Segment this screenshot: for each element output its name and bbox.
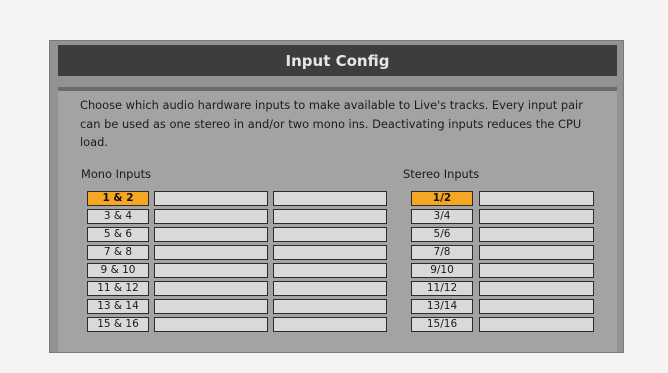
mono-pair-toggle[interactable]: 5 & 6 (87, 227, 149, 242)
stereo-pair-toggle[interactable]: 11/12 (411, 281, 473, 296)
mono-input-toggle[interactable] (273, 281, 387, 296)
stereo-pair-toggle[interactable]: 1/2 (411, 191, 473, 206)
dialog-description: Choose which audio hardware inputs to ma… (80, 98, 583, 149)
stereo-pair-toggle[interactable]: 5/6 (411, 227, 473, 242)
stereo-pair-toggle[interactable]: 3/4 (411, 209, 473, 224)
mono-input-toggle[interactable] (154, 317, 268, 332)
input-config-dialog: Input Config Choose which audio hardware… (49, 40, 624, 353)
dialog-title: Input Config (58, 45, 617, 76)
input-row: 5 & 6 5/6 (58, 227, 617, 243)
mono-pair-toggle[interactable]: 15 & 16 (87, 317, 149, 332)
mono-pair-toggle[interactable]: 3 & 4 (87, 209, 149, 224)
stereo-input-toggle[interactable] (479, 299, 594, 314)
input-row: 9 & 10 9/10 (58, 263, 617, 279)
mono-input-toggle[interactable] (154, 245, 268, 260)
mono-input-toggle[interactable] (273, 209, 387, 224)
mono-input-toggle[interactable] (154, 209, 268, 224)
mono-pair-toggle[interactable]: 1 & 2 (87, 191, 149, 206)
stereo-input-toggle[interactable] (479, 227, 594, 242)
mono-input-toggle[interactable] (273, 317, 387, 332)
input-row: 1 & 2 1/2 (58, 191, 617, 207)
input-row: 13 & 14 13/14 (58, 299, 617, 315)
input-row: 7 & 8 7/8 (58, 245, 617, 261)
stereo-input-toggle[interactable] (479, 281, 594, 296)
input-row: 15 & 16 15/16 (58, 317, 617, 333)
mono-input-toggle[interactable] (273, 227, 387, 242)
mono-input-toggle[interactable] (154, 299, 268, 314)
stereo-input-toggle[interactable] (479, 209, 594, 224)
mono-input-toggle[interactable] (273, 299, 387, 314)
mono-input-toggle[interactable] (154, 263, 268, 278)
mono-pair-toggle[interactable]: 13 & 14 (87, 299, 149, 314)
stereo-pair-toggle[interactable]: 7/8 (411, 245, 473, 260)
stereo-inputs-label: Stereo Inputs (403, 167, 480, 181)
stereo-input-toggle[interactable] (479, 317, 594, 332)
mono-input-toggle[interactable] (154, 227, 268, 242)
mono-input-toggle[interactable] (273, 191, 387, 206)
stereo-pair-toggle[interactable]: 15/16 (411, 317, 473, 332)
stereo-pair-toggle[interactable]: 9/10 (411, 263, 473, 278)
mono-pair-toggle[interactable]: 7 & 8 (87, 245, 149, 260)
input-row: 3 & 4 3/4 (58, 209, 617, 225)
input-config-panel: Choose which audio hardware inputs to ma… (58, 87, 617, 352)
stereo-input-toggle[interactable] (479, 245, 594, 260)
mono-pair-toggle[interactable]: 11 & 12 (87, 281, 149, 296)
mono-inputs-label: Mono Inputs (81, 167, 152, 181)
stereo-input-toggle[interactable] (479, 263, 594, 278)
stereo-input-toggle[interactable] (479, 191, 594, 206)
stereo-pair-toggle[interactable]: 13/14 (411, 299, 473, 314)
mono-input-toggle[interactable] (273, 263, 387, 278)
mono-pair-toggle[interactable]: 9 & 10 (87, 263, 149, 278)
mono-input-toggle[interactable] (154, 281, 268, 296)
mono-input-toggle[interactable] (154, 191, 268, 206)
mono-input-toggle[interactable] (273, 245, 387, 260)
input-row: 11 & 12 11/12 (58, 281, 617, 297)
